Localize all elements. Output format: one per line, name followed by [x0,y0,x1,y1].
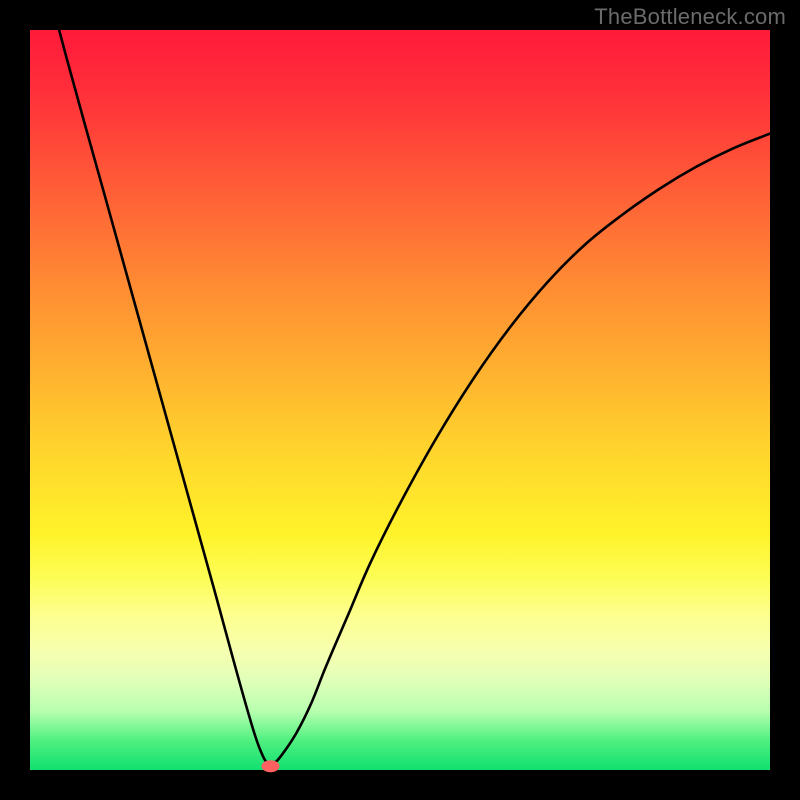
bottleneck-curve-line [30,0,770,764]
plot-area [30,30,770,770]
optimal-point-marker [262,760,280,772]
chart-frame: TheBottleneck.com [0,0,800,800]
watermark-label: TheBottleneck.com [594,4,786,30]
chart-svg [30,30,770,770]
